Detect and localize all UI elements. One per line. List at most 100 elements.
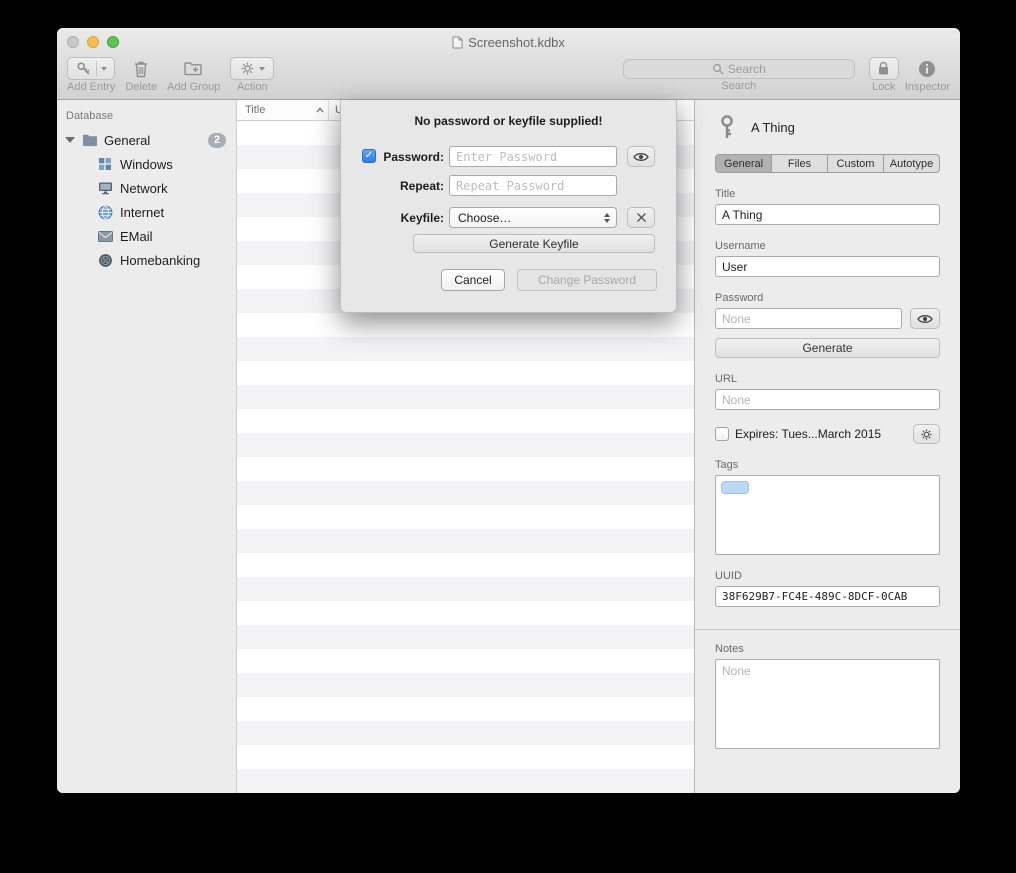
expires-label: Expires: Tues...March 2015 xyxy=(735,427,881,441)
folder-plus-icon xyxy=(184,61,203,77)
password-input[interactable] xyxy=(715,308,902,329)
chevron-down-icon xyxy=(259,67,265,71)
generate-keyfile-label: Generate Keyfile xyxy=(489,237,578,251)
title-input[interactable] xyxy=(715,204,940,225)
generate-keyfile-button[interactable]: Generate Keyfile xyxy=(413,234,655,253)
add-group-button[interactable]: Add Group xyxy=(167,57,220,93)
sidebar-item-label: EMail xyxy=(120,229,153,244)
column-title-label: Title xyxy=(245,104,265,116)
expires-row: Expires: Tues...March 2015 xyxy=(715,424,940,444)
search-placeholder: Search xyxy=(728,62,766,76)
action-label: Action xyxy=(237,81,268,93)
change-password-sheet: No password or keyfile supplied! ✓ Passw… xyxy=(340,100,677,313)
envelope-icon xyxy=(97,228,113,244)
tag-chip[interactable] xyxy=(721,481,749,494)
uuid-input[interactable] xyxy=(715,586,940,607)
clear-keyfile-button[interactable] xyxy=(627,207,655,228)
add-entry-button[interactable]: Add Entry xyxy=(67,57,115,93)
expires-checkbox[interactable] xyxy=(715,427,729,441)
gear-icon xyxy=(240,61,255,76)
tab-autotype[interactable]: Autotype xyxy=(884,155,939,172)
change-password-label: Change Password xyxy=(538,273,636,287)
close-x-icon xyxy=(636,212,647,223)
traffic-lights xyxy=(67,28,119,56)
windows-icon xyxy=(97,156,113,172)
notes-field-label: Notes xyxy=(715,643,940,655)
sheet-repeat-input[interactable] xyxy=(449,175,617,196)
globe-icon xyxy=(97,204,113,220)
desktop-background: Screenshot.kdbx Add Entry xyxy=(0,0,1016,873)
keyfile-popup-value: Choose… xyxy=(458,211,511,225)
keyfile-popup-button[interactable]: Choose… xyxy=(449,207,617,228)
sort-ascending-icon xyxy=(316,107,324,113)
sidebar-item-homebanking[interactable]: Homebanking xyxy=(57,248,236,272)
toolbar: Add Entry Delete xyxy=(57,56,960,100)
delete-button[interactable]: Delete xyxy=(125,57,157,93)
sidebar-item-label: General xyxy=(104,133,150,148)
trash-icon xyxy=(133,60,149,78)
search-icon xyxy=(712,63,724,75)
notes-textarea[interactable] xyxy=(715,659,940,749)
chevron-down-icon xyxy=(101,67,107,71)
window-titlebar[interactable]: Screenshot.kdbx xyxy=(57,28,960,56)
sidebar-item-label: Windows xyxy=(120,157,173,172)
sidebar-item-internet[interactable]: Internet xyxy=(57,200,236,224)
search-container: Search Search xyxy=(623,57,855,92)
password-enabled-checkbox[interactable]: ✓ xyxy=(362,149,376,163)
info-icon xyxy=(918,60,936,78)
url-input[interactable] xyxy=(715,389,940,410)
sidebar-item-label: Internet xyxy=(120,205,164,220)
username-input[interactable] xyxy=(715,256,940,277)
eye-icon xyxy=(917,313,933,325)
checkmark-icon: ✓ xyxy=(365,151,373,161)
key-plus-icon xyxy=(76,61,92,77)
cancel-button[interactable]: Cancel xyxy=(441,269,505,291)
window-title-text: Screenshot.kdbx xyxy=(468,35,565,50)
tags-editor[interactable] xyxy=(715,475,940,555)
password-field-label: Password xyxy=(715,292,940,304)
popup-stepper-icon xyxy=(604,213,610,223)
column-header-title[interactable]: Title xyxy=(237,100,329,120)
generate-label: Generate xyxy=(802,341,852,355)
sheet-keyfile-label: Keyfile: xyxy=(381,211,444,225)
sidebar-item-email[interactable]: EMail xyxy=(57,224,236,248)
title-field-label: Title xyxy=(715,188,940,200)
action-button[interactable]: Action xyxy=(230,57,274,93)
sidebar-item-label: Network xyxy=(120,181,168,196)
cancel-label: Cancel xyxy=(454,273,491,287)
lock-icon xyxy=(877,61,890,76)
inspector-tabs: General Files Custom Autotype xyxy=(715,154,940,173)
folder-icon xyxy=(82,132,98,148)
zoom-button[interactable] xyxy=(107,36,119,48)
inspector-divider xyxy=(695,629,960,630)
document-icon xyxy=(452,36,463,49)
inspector-button[interactable]: Inspector xyxy=(905,57,950,93)
sheet-reveal-password-button[interactable] xyxy=(627,146,655,167)
tab-general[interactable]: General xyxy=(716,155,772,172)
uuid-field-label: UUID xyxy=(715,570,940,582)
network-monitor-icon xyxy=(97,180,113,196)
search-label: Search xyxy=(721,80,756,92)
tab-files[interactable]: Files xyxy=(772,155,828,172)
inspector-label: Inspector xyxy=(905,81,950,93)
tab-custom[interactable]: Custom xyxy=(828,155,884,172)
sidebar-item-network[interactable]: Network xyxy=(57,176,236,200)
search-input[interactable]: Search xyxy=(623,59,855,79)
sidebar: Database General 2 Windows xyxy=(57,100,237,793)
sidebar-item-windows[interactable]: Windows xyxy=(57,152,236,176)
disclosure-triangle-icon[interactable] xyxy=(65,137,75,143)
change-password-button[interactable]: Change Password xyxy=(517,269,657,291)
add-entry-label: Add Entry xyxy=(67,81,115,93)
sheet-message: No password or keyfile supplied! xyxy=(341,114,676,128)
minimize-button[interactable] xyxy=(87,36,99,48)
reveal-password-button[interactable] xyxy=(910,308,940,329)
generate-password-button[interactable]: Generate xyxy=(715,338,940,358)
tags-field-label: Tags xyxy=(715,459,940,471)
eye-icon xyxy=(633,151,649,163)
lock-button[interactable]: Lock xyxy=(869,57,899,93)
username-field-label: Username xyxy=(715,240,940,252)
sheet-password-input[interactable] xyxy=(449,146,617,167)
expires-settings-button[interactable] xyxy=(913,424,940,444)
close-button[interactable] xyxy=(67,36,79,48)
sidebar-item-general[interactable]: General 2 xyxy=(57,128,236,152)
